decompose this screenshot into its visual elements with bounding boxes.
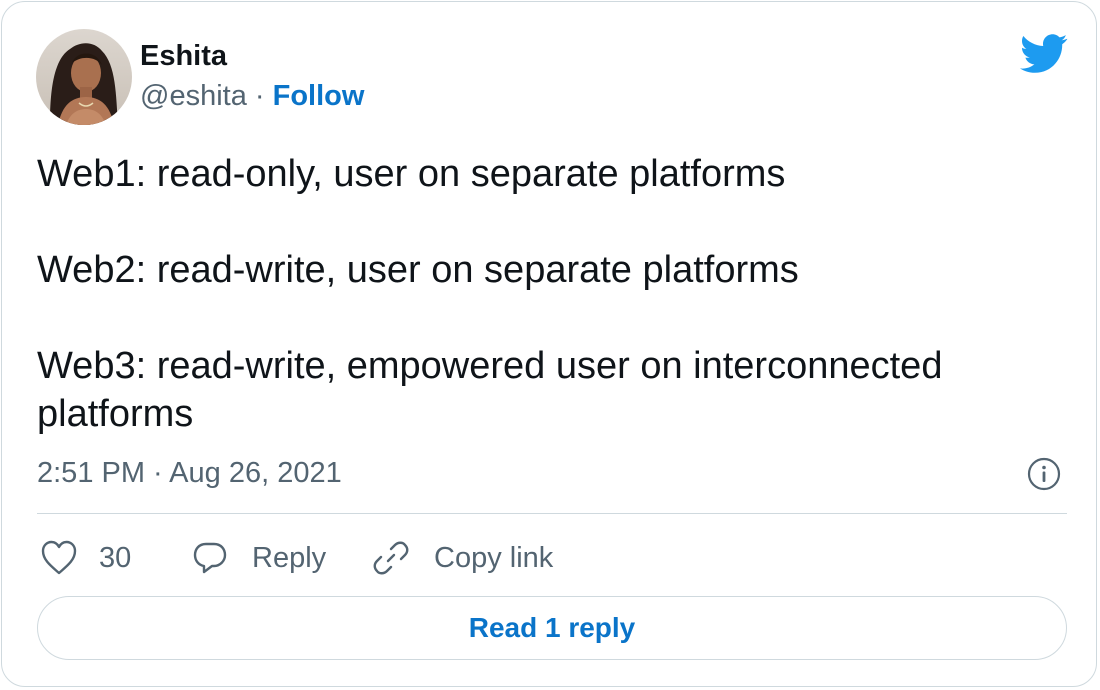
speech-bubble-icon bbox=[193, 542, 227, 574]
author-name[interactable]: Eshita bbox=[140, 40, 227, 73]
tweet-text: Web1: read-only, user on separate platfo… bbox=[37, 150, 1057, 438]
twitter-bird-icon[interactable] bbox=[1020, 34, 1068, 74]
reply-button[interactable]: Reply bbox=[192, 536, 326, 580]
author-handle-row: @eshita · Follow bbox=[140, 80, 364, 113]
like-button[interactable]: 30 bbox=[39, 536, 131, 580]
copy-link-label: Copy link bbox=[434, 541, 554, 574]
link-icon bbox=[373, 541, 409, 575]
tweet-paragraph: Web2: read-write, user on separate platf… bbox=[37, 249, 799, 291]
like-count: 30 bbox=[99, 541, 132, 574]
reply-label: Reply bbox=[252, 541, 327, 574]
avatar-image bbox=[36, 29, 132, 125]
tweet-card: Eshita @eshita · Follow Web1: read-only,… bbox=[1, 1, 1097, 687]
read-replies-label: Read 1 reply bbox=[468, 612, 636, 643]
avatar[interactable] bbox=[36, 29, 132, 125]
follow-button[interactable]: Follow bbox=[273, 80, 365, 112]
read-replies-button[interactable]: Read 1 reply bbox=[37, 596, 1067, 660]
heart-icon bbox=[41, 540, 77, 575]
author-handle[interactable]: @eshita bbox=[140, 80, 247, 112]
tweet-paragraph: Web1: read-only, user on separate platfo… bbox=[37, 153, 786, 195]
info-icon[interactable] bbox=[1027, 457, 1061, 491]
handle-separator: · bbox=[254, 80, 265, 112]
copy-link-button[interactable]: Copy link bbox=[372, 536, 553, 580]
divider bbox=[37, 513, 1067, 514]
tweet-paragraph: Web3: read-write, empowered user on inte… bbox=[37, 345, 943, 435]
tweet-timestamp[interactable]: 2:51 PM · Aug 26, 2021 bbox=[37, 457, 342, 490]
